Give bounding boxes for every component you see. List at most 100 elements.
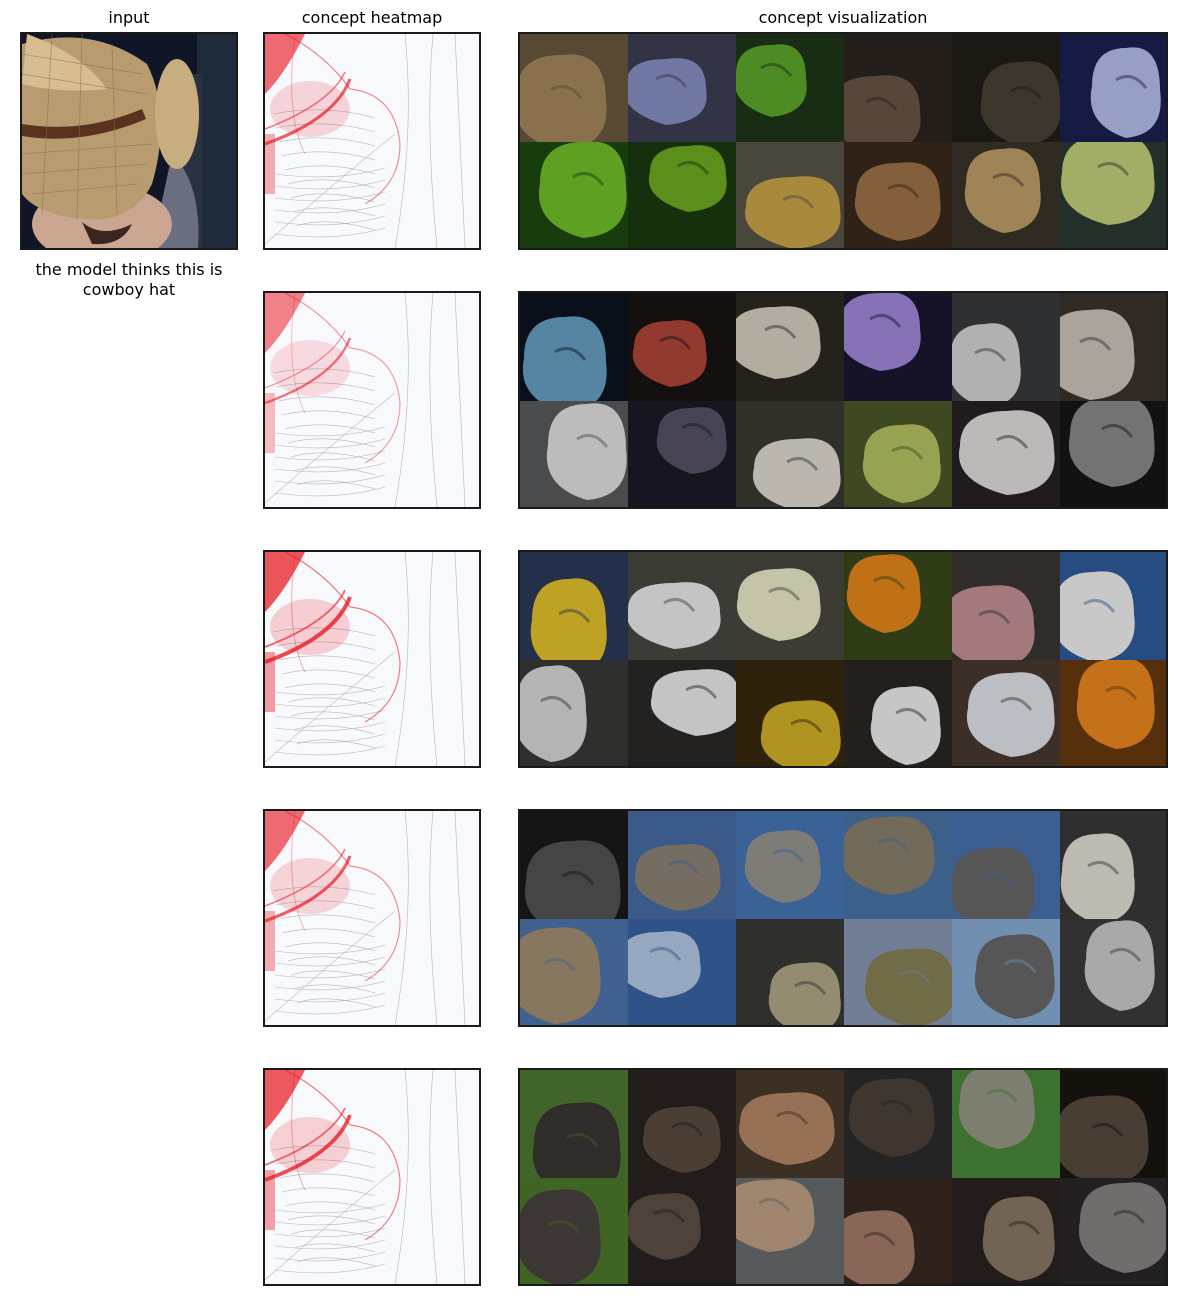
zebra-photo-icon bbox=[736, 293, 844, 401]
concept-heatmap bbox=[263, 809, 481, 1027]
sand-snake-photo-icon bbox=[952, 142, 1060, 248]
concept-example-tile bbox=[1060, 401, 1166, 507]
buffalo-pair-photo-icon bbox=[520, 1178, 628, 1284]
concept-example-tile bbox=[952, 919, 1060, 1025]
heatmap-column-title: concept heatmap bbox=[301, 8, 443, 27]
water-buffalo-photo-icon bbox=[1060, 1070, 1166, 1178]
concept-example-tile bbox=[628, 919, 736, 1025]
planetarium-dome-photo-icon bbox=[952, 919, 1060, 1025]
concept-example-tile bbox=[844, 1178, 952, 1284]
concept-example-tile bbox=[952, 142, 1060, 248]
water-buffalo-photo-icon bbox=[520, 1070, 628, 1178]
green-snake-photo-icon bbox=[736, 34, 844, 142]
concept-example-tile bbox=[520, 34, 628, 142]
input-image bbox=[20, 32, 238, 250]
planetarium-dome-photo-icon bbox=[628, 811, 736, 919]
concept-example-tile bbox=[952, 811, 1060, 919]
paper-towel-roll-photo-icon bbox=[1060, 552, 1166, 660]
yellow-snake-photo-icon bbox=[736, 142, 844, 248]
straw-cowboy-hat-photo-icon bbox=[22, 34, 236, 248]
concept-example-tile bbox=[736, 552, 844, 660]
prediction-caption: the model thinks this is cowboy hat bbox=[35, 260, 223, 299]
concept-example-tile bbox=[1060, 293, 1166, 401]
buffalo-horn-photo-icon bbox=[952, 1178, 1060, 1284]
planetarium-dome-photo-icon bbox=[952, 811, 1060, 919]
concept-example-tile bbox=[952, 293, 1060, 401]
green-snake-photo-icon bbox=[628, 142, 736, 248]
concept-example-tile bbox=[1060, 552, 1166, 660]
planetarium-dome-photo-icon bbox=[520, 919, 628, 1025]
concept-example-tile bbox=[736, 660, 844, 766]
concept-example-tile bbox=[844, 919, 952, 1025]
perforated-dome-photo-icon bbox=[1060, 919, 1166, 1025]
concept-example-tile bbox=[1060, 142, 1166, 248]
white-paper-photo-icon bbox=[628, 552, 736, 660]
concept-example-tile bbox=[520, 660, 628, 766]
pink-cloth-photo-icon bbox=[952, 552, 1060, 660]
concept-visualization-grid bbox=[518, 550, 1168, 768]
concept-example-tile bbox=[520, 293, 628, 401]
striped-shell-photo-icon bbox=[628, 401, 736, 507]
concept-example-tile bbox=[844, 811, 952, 919]
hat-edge-heatmap-icon bbox=[265, 34, 479, 248]
glass-dome-photo-icon bbox=[628, 919, 736, 1025]
concept-example-tile bbox=[1060, 34, 1166, 142]
white-crib-photo-icon bbox=[628, 660, 736, 766]
concept-visualization-grid bbox=[518, 291, 1168, 509]
concept-example-tile bbox=[628, 293, 736, 401]
concept-heatmap bbox=[263, 291, 481, 509]
concept-example-tile bbox=[736, 811, 844, 919]
concept-example-tile bbox=[736, 293, 844, 401]
cruise-ship-photo-icon bbox=[520, 401, 628, 507]
ram-horn-photo-icon bbox=[1060, 1178, 1166, 1284]
input-column-title: input bbox=[108, 8, 150, 27]
zebra-photo-icon bbox=[1060, 293, 1166, 401]
concept-example-tile bbox=[628, 401, 736, 507]
zebra-stripes-photo-icon bbox=[952, 401, 1060, 507]
concept-example-tile bbox=[844, 552, 952, 660]
concept-example-tile bbox=[736, 1178, 844, 1284]
orange-fruit-photo-icon bbox=[844, 552, 952, 660]
cruise-ship-photo-icon bbox=[952, 293, 1060, 401]
striped-feathers-photo-icon bbox=[628, 293, 736, 401]
concept-example-tile bbox=[1060, 1070, 1166, 1178]
buffalo-horns-photo-icon bbox=[952, 1070, 1060, 1178]
buffalo-legs-photo-icon bbox=[628, 1178, 736, 1284]
concept-example-tile bbox=[952, 552, 1060, 660]
concept-example-tile bbox=[736, 919, 844, 1025]
white-dome-photo-icon bbox=[1060, 811, 1166, 919]
green-snake-photo-icon bbox=[520, 142, 628, 248]
concept-example-tile bbox=[952, 401, 1060, 507]
perforated-dome-photo-icon bbox=[520, 811, 628, 919]
concept-example-tile bbox=[520, 919, 628, 1025]
water-buffalo-photo-icon bbox=[844, 1070, 952, 1178]
pale-green-snake-photo-icon bbox=[1060, 142, 1166, 248]
concept-example-tile bbox=[628, 552, 736, 660]
pale-yellow-paper-photo-icon bbox=[736, 552, 844, 660]
perforated-dome-photo-icon bbox=[736, 919, 844, 1025]
concept-example-tile bbox=[844, 401, 952, 507]
concept-example-tile bbox=[844, 1070, 952, 1178]
paper-towel-roll-photo-icon bbox=[952, 660, 1060, 766]
lemon-photo-icon bbox=[736, 660, 844, 766]
concept-example-tile bbox=[520, 552, 628, 660]
concept-heatmap bbox=[263, 32, 481, 250]
concept-example-tile bbox=[952, 34, 1060, 142]
concept-heatmap bbox=[263, 1068, 481, 1286]
concept-example-tile bbox=[520, 1178, 628, 1284]
concept-example-tile bbox=[736, 1070, 844, 1178]
green-dome-photo-icon bbox=[844, 919, 952, 1025]
elephant-skin-photo-icon bbox=[844, 1178, 952, 1284]
planetarium-dome-photo-icon bbox=[844, 811, 952, 919]
concept-example-tile bbox=[736, 34, 844, 142]
visualization-column-title: concept visualization bbox=[758, 8, 928, 27]
concept-heatmap bbox=[263, 550, 481, 768]
lemons-bowl-photo-icon bbox=[520, 552, 628, 660]
concept-visualization-grid bbox=[518, 809, 1168, 1027]
concept-example-tile bbox=[952, 1178, 1060, 1284]
zebra-photo-icon bbox=[736, 401, 844, 507]
paper-towel-roll-photo-icon bbox=[844, 660, 952, 766]
zebras-grass-photo-icon bbox=[844, 401, 952, 507]
concept-example-tile bbox=[628, 142, 736, 248]
snake-coil-photo-icon bbox=[520, 34, 628, 142]
